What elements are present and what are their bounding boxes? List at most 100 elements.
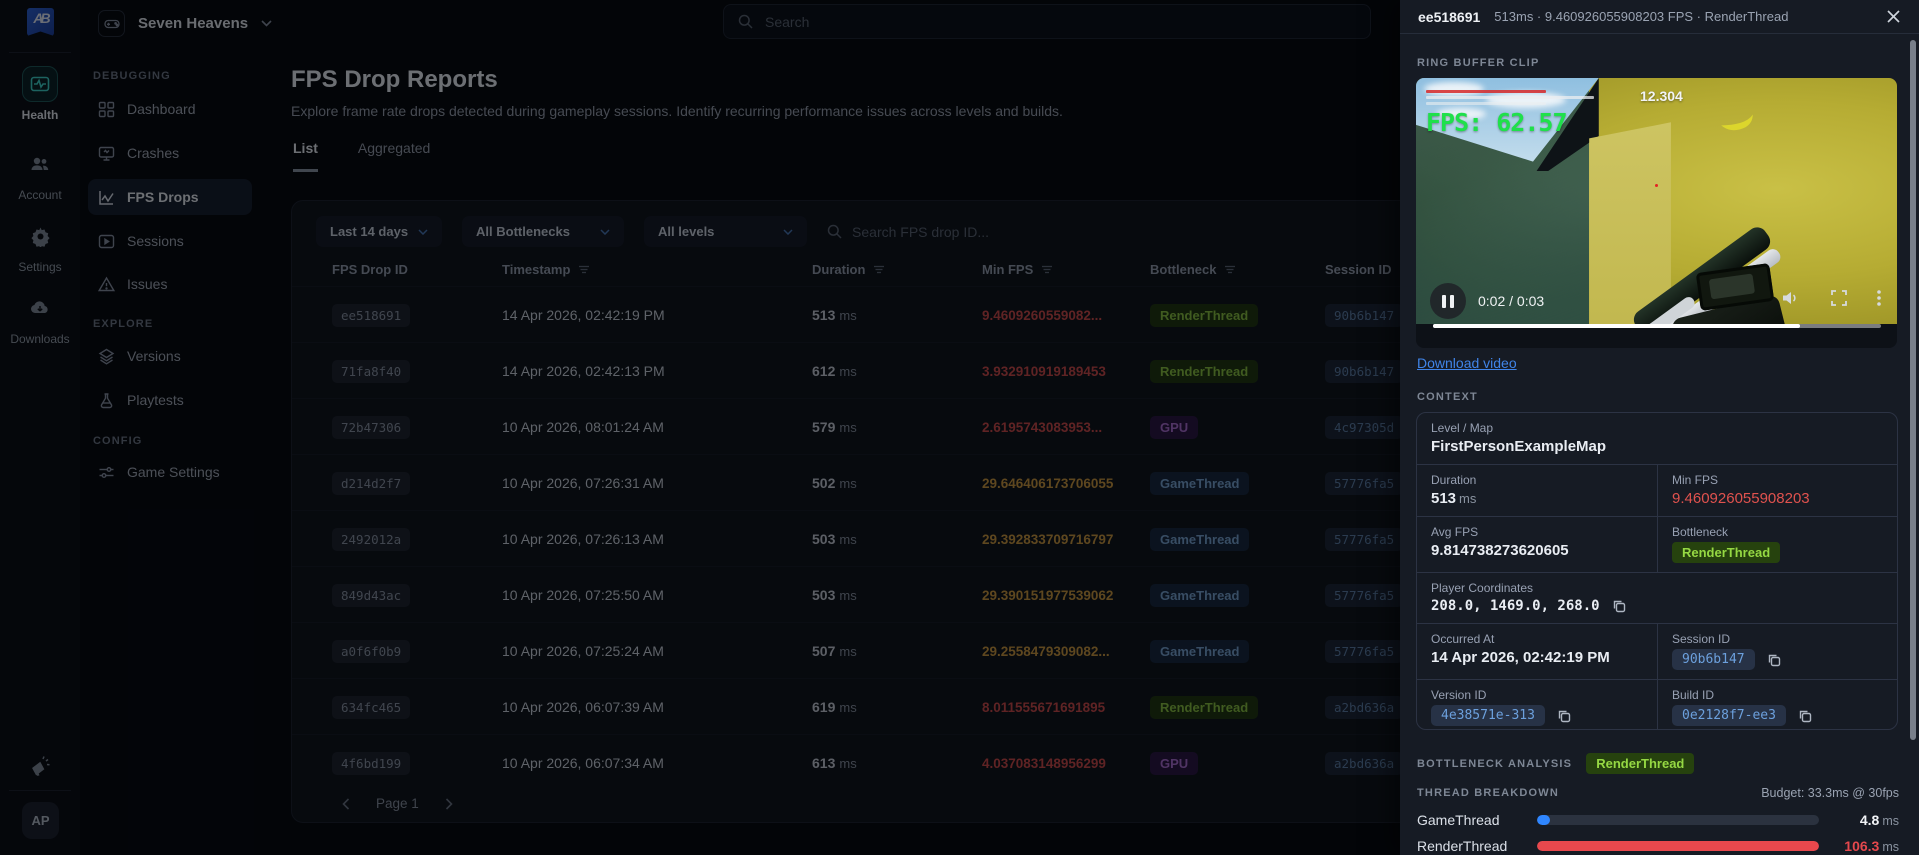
session-id-badge[interactable]: a2bd636a	[1325, 695, 1404, 719]
sidebar-item-fps-drops[interactable]: FPS Drops	[88, 179, 252, 215]
copy-icon[interactable]	[1557, 709, 1571, 723]
session-id-badge[interactable]: 90b6b147	[1672, 649, 1755, 670]
date-range-filter[interactable]: Last 14 days	[316, 216, 443, 247]
rail-item-account[interactable]: Account	[0, 146, 80, 202]
volume-icon[interactable]	[1782, 290, 1801, 306]
thread-bar-fill	[1537, 815, 1550, 825]
thread-value: 4.8 ms	[1859, 812, 1899, 828]
table-row[interactable]: ee518691 14 Apr 2026, 02:42:19 PM 513 ms …	[292, 286, 1559, 342]
session-id-badge[interactable]: 57776fa5	[1325, 583, 1404, 607]
min-fps-cell: 2.6195743083953...	[982, 419, 1103, 435]
game-selector[interactable]: Seven Heavens	[98, 10, 272, 37]
table-row[interactable]: 4f6bd199 10 Apr 2026, 06:07:34 AM 613 ms …	[292, 734, 1559, 790]
rail-item-downloads[interactable]: Downloads	[0, 290, 80, 346]
session-id-badge[interactable]: 57776fa5	[1325, 471, 1404, 495]
app-logo[interactable]: AB	[27, 8, 54, 36]
megaphone-icon	[22, 748, 58, 784]
session-id-badge[interactable]: 4c97305d	[1325, 415, 1404, 439]
fps-drop-id-badge: 849d43ac	[332, 583, 411, 607]
table-search[interactable]	[827, 223, 1073, 240]
debug-text-line	[1426, 96, 1594, 99]
duration-cell: 579 ms	[812, 418, 857, 435]
nav-label: Versions	[127, 348, 181, 364]
video-progress-bar[interactable]	[1433, 324, 1881, 328]
pause-button[interactable]	[1430, 283, 1466, 319]
session-id-badge[interactable]: 57776fa5	[1325, 639, 1404, 663]
rail-item-health[interactable]: Health	[0, 66, 80, 122]
table-row[interactable]: d214d2f7 10 Apr 2026, 07:26:31 AM 502 ms …	[292, 454, 1559, 510]
copy-icon[interactable]	[1767, 653, 1781, 667]
table-row[interactable]: 72b47306 10 Apr 2026, 08:01:24 AM 579 ms …	[292, 398, 1559, 454]
copy-icon[interactable]	[1798, 709, 1812, 723]
next-page-button[interactable]	[445, 797, 453, 810]
panel-scrollbar[interactable]	[1910, 40, 1916, 740]
cloud-download-icon	[22, 290, 58, 326]
fps-drop-detail-panel: ee518691 513ms · 9.460926055908203 FPS ·…	[1400, 0, 1919, 855]
kebab-menu-icon[interactable]	[1877, 290, 1881, 306]
tab-aggregated[interactable]: Aggregated	[358, 140, 430, 172]
build-id-badge[interactable]: 0e2128f7-ee3	[1672, 705, 1786, 726]
nav-label: Crashes	[127, 145, 180, 161]
chevron-down-icon	[418, 228, 428, 235]
sidebar-item-crashes[interactable]: Crashes	[88, 135, 252, 171]
copy-icon[interactable]	[1612, 599, 1626, 613]
debug-text-line	[1426, 102, 1546, 105]
download-video-link[interactable]: Download video	[1417, 355, 1517, 371]
rail-item-settings[interactable]: Settings	[0, 218, 80, 274]
rail-label: Downloads	[10, 332, 70, 346]
level-filter[interactable]: All levels	[644, 216, 808, 247]
ring-buffer-video-player[interactable]: FPS: 62.57 12.304 0:02 / 0:03	[1416, 78, 1897, 348]
thread-bar-track	[1537, 815, 1819, 825]
sidebar-item-game-settings[interactable]: Game Settings	[88, 454, 252, 490]
thread-name: GameThread	[1417, 812, 1500, 828]
table-row[interactable]: 634fc465 10 Apr 2026, 06:07:39 AM 619 ms …	[292, 678, 1559, 734]
sort-icon[interactable]	[873, 265, 885, 274]
bottleneck-filter[interactable]: All Bottlenecks	[462, 216, 625, 247]
sort-icon[interactable]	[578, 265, 590, 274]
fps-drop-id-search-input[interactable]	[852, 223, 1073, 240]
table-row[interactable]: a0f6f0b9 10 Apr 2026, 07:25:24 AM 507 ms …	[292, 622, 1559, 678]
layers-icon	[98, 348, 115, 365]
nav-label: Sessions	[127, 233, 184, 249]
bottleneck-field: Bottleneck RenderThread	[1657, 517, 1897, 572]
fps-drop-id-badge: 2492012a	[332, 527, 411, 551]
column-header: FPS Drop ID	[332, 262, 408, 277]
sidebar-item-versions[interactable]: Versions	[88, 338, 252, 374]
sidebar-item-issues[interactable]: Issues	[88, 266, 252, 302]
duration-cell: 503 ms	[812, 530, 857, 547]
page-description: Explore frame rate drops detected during…	[291, 103, 1063, 119]
page-indicator: Page 1	[376, 796, 419, 811]
fps-drop-id-badge: 4f6bd199	[332, 751, 411, 775]
sidebar-item-dashboard[interactable]: Dashboard	[88, 91, 252, 127]
session-id-badge[interactable]: 90b6b147	[1325, 359, 1404, 383]
version-id-badge[interactable]: 4e38571e-313	[1431, 705, 1545, 726]
sidebar-item-playtests[interactable]: Playtests	[88, 382, 252, 418]
duration-cell: 613 ms	[812, 754, 857, 771]
table-body: ee518691 14 Apr 2026, 02:42:19 PM 513 ms …	[292, 286, 1559, 790]
announcements-button[interactable]	[0, 748, 80, 784]
fps-drops-table-card: Last 14 days All Bottlenecks All levels	[291, 200, 1560, 823]
session-play-icon	[98, 233, 115, 250]
session-id-badge[interactable]: 90b6b147	[1325, 303, 1404, 327]
sort-icon[interactable]	[1041, 265, 1053, 274]
timestamp-cell: 14 Apr 2026, 02:42:13 PM	[502, 362, 665, 379]
prev-page-button[interactable]	[342, 797, 350, 810]
session-id-badge[interactable]: a2bd636a	[1325, 751, 1404, 775]
bottleneck-badge: RenderThread	[1586, 753, 1695, 774]
table-row[interactable]: 2492012a 10 Apr 2026, 07:26:13 AM 503 ms …	[292, 510, 1559, 566]
bottleneck-badge: RenderThread	[1150, 359, 1259, 383]
close-icon[interactable]	[1886, 9, 1901, 24]
sort-icon[interactable]	[1224, 265, 1236, 274]
timestamp-cell: 10 Apr 2026, 07:26:31 AM	[502, 474, 664, 491]
user-avatar[interactable]: AP	[22, 802, 59, 839]
min-fps-cell: 29.390151977539062	[982, 587, 1114, 603]
table-row[interactable]: 71fa8f40 14 Apr 2026, 02:42:13 PM 612 ms …	[292, 342, 1559, 398]
fullscreen-icon[interactable]	[1831, 290, 1847, 306]
nav-section-title: EXPLORE	[93, 318, 154, 330]
sidebar-item-sessions[interactable]: Sessions	[88, 223, 252, 259]
tab-list[interactable]: List	[293, 140, 318, 172]
bottleneck-badge: GPU	[1150, 415, 1199, 439]
session-id-badge[interactable]: 57776fa5	[1325, 527, 1404, 551]
fps-drop-id-badge: ee518691	[332, 303, 411, 327]
table-row[interactable]: 849d43ac 10 Apr 2026, 07:25:50 AM 503 ms …	[292, 566, 1559, 622]
